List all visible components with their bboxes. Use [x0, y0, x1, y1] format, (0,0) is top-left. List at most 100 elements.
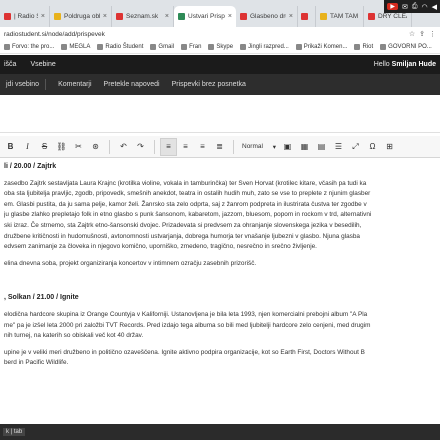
bookmark[interactable]: Forvo: the pro...	[4, 44, 54, 50]
bookmark-icon	[240, 44, 247, 50]
browser-tab[interactable]: | Radio Študent ×	[0, 6, 50, 27]
browser-tab[interactable]: Glasbeno društvo ×	[236, 6, 298, 27]
mail-icon[interactable]: ✉	[402, 3, 408, 11]
align-left-icon[interactable]: ≡	[160, 137, 177, 156]
address-bar: radiostudent.si/node/add/prispevek ☆ ⇪ ⋮	[0, 27, 440, 41]
event-heading: , Solkan / 21.00 / Ignite	[4, 294, 79, 302]
close-icon[interactable]: ×	[228, 13, 232, 20]
bookmark[interactable]: Gmail	[150, 44, 174, 50]
bookmark[interactable]: Fran	[181, 44, 201, 50]
url-field[interactable]: radiostudent.si/node/add/prispevek	[4, 31, 405, 38]
format-select[interactable]: Normal ▾	[239, 139, 279, 155]
redo-icon[interactable]: ↷	[132, 138, 149, 156]
subnav-item[interactable]: Pretekle napovedi	[104, 81, 160, 88]
bookmark-star-icon[interactable]: ☆	[409, 30, 415, 38]
status-bar: k | tab	[0, 424, 440, 440]
bookmark-icon	[150, 44, 157, 50]
browser-tab-active[interactable]: Ustvari Prispevek ×	[174, 6, 236, 27]
extension-icon[interactable]: ▶	[387, 3, 399, 10]
source-icon[interactable]: ⊞	[381, 138, 398, 156]
bookmark-icon	[354, 44, 361, 50]
bookmark-icon	[4, 44, 10, 50]
site-admin-bar: išča Vsebine Hello Smiljan Hude	[0, 55, 440, 74]
special-char-icon[interactable]: Ω	[364, 138, 381, 156]
browser-tab[interactable]: TAM TAM Pl...	[316, 6, 364, 27]
chevron-down-icon: ▾	[272, 143, 276, 151]
subnav-item[interactable]: jdi vsebino	[6, 81, 39, 88]
bookmark[interactable]: GOVORNI PO...	[380, 44, 432, 50]
table-icon[interactable]: ▦	[296, 138, 313, 156]
bookmark-icon	[380, 44, 387, 50]
tab-label: Ustvari Prispevek	[188, 13, 225, 20]
strikethrough-icon[interactable]: S	[36, 138, 53, 156]
unlink-icon[interactable]: ✂	[70, 138, 87, 156]
media-icon[interactable]: ▤	[313, 138, 330, 156]
close-icon[interactable]: ×	[103, 13, 107, 20]
anchor-icon[interactable]: ⊛	[87, 138, 104, 156]
fullscreen-icon[interactable]: ⤢	[347, 138, 364, 156]
favicon-icon	[116, 13, 123, 20]
subnav-item[interactable]: Prispevki brez posnetka	[172, 81, 246, 88]
subnav-item[interactable]: Komentarji	[58, 81, 91, 88]
browser-tab[interactable]	[298, 6, 316, 27]
close-icon[interactable]: ×	[165, 13, 169, 20]
bookmark[interactable]: Prikaži Komen...	[295, 44, 347, 50]
tab-label: Glasbeno društvo	[250, 13, 286, 20]
tab-label: Seznam.sk	[126, 13, 159, 20]
close-icon[interactable]: ×	[289, 13, 293, 20]
image-icon[interactable]: ▣	[279, 138, 296, 156]
favicon-icon	[368, 13, 375, 20]
bookmark[interactable]: Skype	[208, 44, 233, 50]
page-header-space	[0, 95, 440, 133]
align-right-icon[interactable]: ≡	[177, 138, 194, 156]
bookmark[interactable]: Jingli razpred...	[240, 44, 289, 50]
editor-toolbar: B I S ⛓ ✂ ⊛ ↶ ↷ ≡ ≡ ≡ ≣ Normal ▾ ▣ ▦ ▤ ☰ …	[0, 136, 440, 158]
wifi-icon[interactable]: ◠	[422, 3, 428, 11]
bookmark-icon	[97, 44, 104, 50]
editor-content[interactable]: li / 20.00 / Zajtrk zasedbo Zajtrk sesta…	[0, 158, 440, 424]
bookmark-icon	[61, 44, 68, 50]
favicon-icon	[301, 13, 308, 20]
paragraph: elodična hardcore skupina iz Orange Coun…	[4, 310, 371, 340]
list-icon[interactable]: ☰	[330, 138, 347, 156]
secondary-nav: jdi vsebino Komentarji Pretekle napovedi…	[0, 74, 440, 95]
align-center-icon[interactable]: ≡	[194, 138, 211, 156]
nav-vsebine[interactable]: Vsebine	[30, 61, 55, 68]
paragraph: elina dnevna soba, projekt organiziranja…	[4, 259, 257, 267]
divider	[45, 79, 47, 90]
bookmark[interactable]: Riot	[354, 44, 373, 50]
bookmark-icon	[208, 44, 215, 50]
favicon-icon	[240, 13, 247, 20]
italic-icon[interactable]: I	[19, 138, 36, 156]
event-heading: li / 20.00 / Zajtrk	[4, 163, 57, 170]
paragraph: upine je v veliki meri družbeno in polit…	[4, 348, 365, 367]
align-justify-icon[interactable]: ≣	[211, 138, 228, 156]
browser-tab[interactable]: Poldruga obletnica ×	[50, 6, 112, 27]
volume-icon[interactable]: ◀	[432, 3, 437, 11]
printer-icon[interactable]: ⎙	[412, 3, 418, 11]
divider	[154, 139, 155, 154]
favicon-icon	[320, 13, 327, 20]
undo-icon[interactable]: ↶	[115, 138, 132, 156]
paragraph: zasedbo Zajtrk sestavljata Laura Krajnc …	[4, 179, 372, 251]
share-icon[interactable]: ⇪	[419, 30, 425, 38]
menu-icon[interactable]: ⋮	[429, 30, 436, 38]
tab-label: TAM TAM Pl...	[330, 13, 359, 20]
favicon-icon	[4, 13, 11, 20]
divider	[109, 139, 110, 154]
bold-icon[interactable]: B	[2, 138, 19, 156]
close-icon[interactable]: ×	[41, 13, 45, 20]
tab-label: DRY CLEANI...	[378, 13, 407, 20]
link-icon[interactable]: ⛓	[53, 138, 70, 156]
divider	[233, 139, 234, 154]
bookmark-icon	[295, 44, 302, 50]
user-greeting[interactable]: Hello Smiljan Hude	[374, 61, 436, 68]
bookmark[interactable]: Radio Študent	[97, 44, 143, 50]
bookmarks-bar: Forvo: the pro... MEGLA Radio Študent Gm…	[0, 41, 440, 54]
admin-link[interactable]: išča	[4, 61, 16, 68]
bookmark[interactable]: MEGLA	[61, 44, 90, 50]
browser-tab[interactable]: Seznam.sk ×	[112, 6, 174, 27]
favicon-icon	[54, 13, 61, 20]
element-path: k | tab	[3, 428, 26, 436]
username: Smiljan Hude	[391, 61, 436, 68]
